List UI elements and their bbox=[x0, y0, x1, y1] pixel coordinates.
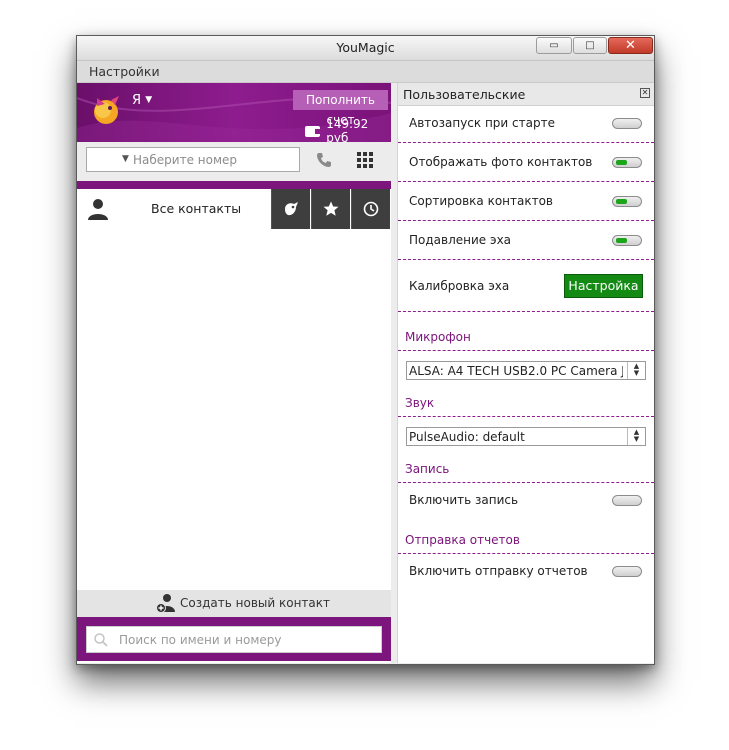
tab-favorites[interactable] bbox=[311, 189, 350, 229]
titlebar: YouMagic ▭ □ ✕ bbox=[77, 36, 654, 61]
setting-label: Включить отправку отчетов bbox=[409, 564, 588, 578]
minimize-button[interactable]: ▭ bbox=[536, 37, 572, 54]
setting-label: Подавление эха bbox=[409, 233, 512, 247]
youmagic-logo-icon bbox=[94, 96, 119, 124]
menu-settings[interactable]: Настройки bbox=[89, 64, 160, 79]
close-button[interactable]: ✕ bbox=[608, 37, 653, 54]
account-menu[interactable]: Я ▼ bbox=[132, 93, 152, 108]
divider bbox=[398, 416, 654, 417]
select-arrows-icon: ▲ ▼ bbox=[627, 428, 645, 445]
recording-toggle[interactable] bbox=[612, 495, 642, 506]
maximize-button[interactable]: □ bbox=[573, 37, 607, 54]
menubar: Настройки bbox=[77, 61, 654, 83]
chevron-down-icon: ▼ bbox=[145, 95, 153, 105]
setting-show-photos: Отображать фото контактов bbox=[398, 144, 654, 182]
settings-panel: Пользовательские ✕ Автозапуск при старте… bbox=[397, 83, 654, 663]
microphone-select-value: ALSA: A4 TECH USB2.0 PC Camera J bbox=[409, 364, 623, 378]
setting-recording: Включить запись bbox=[398, 482, 654, 520]
star-icon bbox=[323, 201, 339, 216]
settings-panel-title: Пользовательские bbox=[403, 87, 526, 102]
setting-reports: Включить отправку отчетов bbox=[398, 553, 654, 591]
topup-button[interactable]: Пополнить счет bbox=[293, 90, 388, 127]
contacts-filter-row: Все контакты bbox=[77, 189, 391, 229]
phone-number-placeholder: Наберите номер bbox=[133, 152, 238, 167]
tab-youmagic-contacts[interactable] bbox=[271, 189, 310, 229]
autostart-toggle[interactable] bbox=[612, 118, 642, 129]
reports-toggle[interactable] bbox=[612, 566, 642, 577]
keypad-icon[interactable] bbox=[357, 152, 373, 168]
sort-contacts-toggle[interactable] bbox=[612, 196, 642, 207]
app-window: YouMagic ▭ □ ✕ Настройки Я ▼ Пополнить с… bbox=[76, 35, 655, 665]
wallet-icon bbox=[305, 125, 322, 137]
echo-cancel-toggle[interactable] bbox=[612, 235, 642, 246]
contacts-panel: Я ▼ Пополнить счет 149.92 руб ▼ Наберите… bbox=[77, 83, 391, 663]
divider bbox=[398, 350, 654, 351]
phone-number-input[interactable]: ▼ Наберите номер bbox=[86, 147, 300, 172]
person-icon[interactable] bbox=[87, 198, 109, 220]
create-contact-button[interactable]: Создать новый контакт bbox=[77, 590, 391, 617]
search-placeholder: Поиск по имени и номеру bbox=[119, 633, 282, 647]
setting-label: Включить запись bbox=[409, 493, 519, 507]
dialer-row: ▼ Наберите номер bbox=[77, 142, 391, 181]
sound-select[interactable]: PulseAudio: default ▲ ▼ bbox=[406, 427, 646, 446]
clock-icon bbox=[363, 201, 379, 217]
setting-label: Сортировка контактов bbox=[409, 194, 554, 208]
balance-value: 149.92 руб bbox=[326, 117, 369, 142]
account-name: Я bbox=[132, 93, 142, 108]
search-icon bbox=[94, 633, 108, 647]
divider-strip bbox=[77, 181, 391, 189]
dropdown-arrow-icon[interactable]: ▼ bbox=[122, 154, 129, 164]
setting-sort-contacts: Сортировка контактов bbox=[398, 183, 654, 221]
sound-section-title: Звук bbox=[405, 396, 435, 410]
reports-section-title: Отправка отчетов bbox=[405, 533, 520, 547]
tab-recent[interactable] bbox=[351, 189, 390, 229]
account-header: Я ▼ Пополнить счет 149.92 руб bbox=[77, 83, 391, 142]
add-person-icon bbox=[156, 594, 175, 613]
select-arrows-icon: ▲ ▼ bbox=[627, 362, 645, 379]
create-contact-label: Создать новый контакт bbox=[180, 596, 330, 610]
calibration-settings-button[interactable]: Настройка bbox=[564, 274, 643, 298]
microphone-section-title: Микрофон bbox=[405, 330, 471, 344]
microphone-select[interactable]: ALSA: A4 TECH USB2.0 PC Camera J ▲ ▼ bbox=[406, 361, 646, 380]
setting-label: Калибровка эха bbox=[409, 279, 510, 293]
setting-echo-calibration: Калибровка эха Настройка bbox=[398, 261, 654, 312]
contact-search-input[interactable]: Поиск по имени и номеру bbox=[86, 626, 382, 653]
close-panel-icon[interactable]: ✕ bbox=[640, 88, 650, 98]
setting-autostart: Автозапуск при старте bbox=[398, 105, 654, 143]
phone-icon[interactable] bbox=[315, 151, 333, 169]
sound-select-value: PulseAudio: default bbox=[409, 430, 525, 444]
show-photos-toggle[interactable] bbox=[612, 157, 642, 168]
balance: 149.92 руб bbox=[305, 117, 391, 142]
youmagic-bird-icon bbox=[285, 202, 298, 216]
setting-label: Автозапуск при старте bbox=[409, 116, 555, 130]
setting-label: Отображать фото контактов bbox=[409, 155, 593, 169]
search-bar: Поиск по имени и номеру bbox=[77, 617, 391, 661]
settings-panel-header: Пользовательские ✕ bbox=[398, 83, 654, 106]
setting-echo-cancel: Подавление эха bbox=[398, 222, 654, 260]
recording-section-title: Запись bbox=[405, 462, 450, 476]
all-contacts-tab[interactable]: Все контакты bbox=[151, 201, 241, 216]
